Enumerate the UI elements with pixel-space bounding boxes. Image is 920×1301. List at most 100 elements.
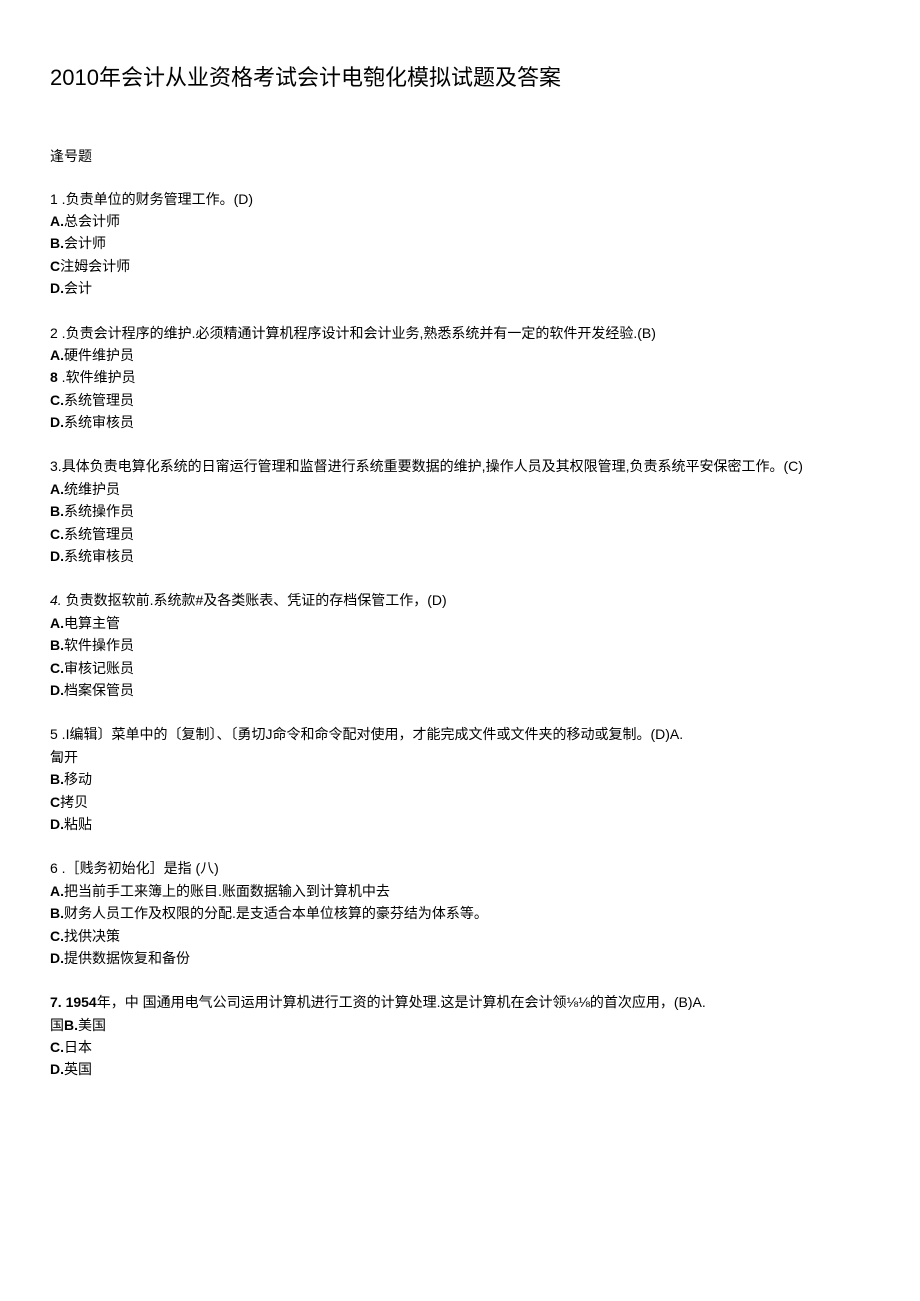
question-5: 5 .I编辑〕菜单中的〔复制〕、〔勇切J命令和命令配对使用，才能完成文件或文件夹… (50, 723, 870, 835)
question-2: 2 .负责会计程序的维护.必须精通计算机程序设计和会计业务,熟悉系统并有一定的软… (50, 322, 870, 434)
q5-trailing: 匐开 (50, 746, 870, 768)
page-title: 2010年会计从业资格考试会计电匏化模拟试题及答案 (50, 60, 870, 95)
q1-option-d: D.会计 (50, 277, 870, 299)
q6-option-a: A.把当前手工来簿上的账目.账面数据输入到计算机中去 (50, 880, 870, 902)
q5-opt-c-label: C (50, 794, 60, 810)
q5-opt-c-text: 拷贝 (60, 794, 88, 810)
q2-opt-d-label: D. (50, 414, 64, 430)
q3-opt-a-text: 统维护员 (64, 481, 120, 497)
q1-num: 1 (50, 191, 58, 207)
question-6: 6 .［贱务初始化］是指 (八) A.把当前手工来簿上的账目.账面数据输入到计算… (50, 857, 870, 969)
q3-opt-d-label: D. (50, 548, 64, 564)
q7-opt-c-text: 日本 (64, 1039, 92, 1055)
q1-opt-c-label: C (50, 258, 60, 274)
q3-opt-c-text: 系统管理员 (64, 526, 134, 542)
question-5-text: 5 .I编辑〕菜单中的〔复制〕、〔勇切J命令和命令配对使用，才能完成文件或文件夹… (50, 723, 870, 745)
question-4-text: 4. 负责数抠软前.系统款#及各类账表、凭证的存档保管工作，(D) (50, 589, 870, 611)
q3-option-a: A.统维护员 (50, 478, 870, 500)
q7-left1: 1954 (66, 994, 97, 1010)
q1-opt-b-text: 会计师 (64, 235, 106, 251)
q6-sep: . (58, 860, 66, 876)
q4-body: 负责数抠软前.系统款#及各类账表、凭证的存档保管工作，(D) (66, 592, 447, 608)
q6-opt-c-label: C. (50, 928, 64, 944)
q6-body: ［贱务初始化］是指 (八) (66, 860, 219, 876)
question-1-text: 1 .负责单位的财务管理工作。(D) (50, 188, 870, 210)
q7-num-b: 7. (50, 994, 62, 1010)
q4-opt-a-text: 电算主管 (64, 615, 120, 631)
q1-opt-b-label: B. (50, 235, 64, 251)
q2-body: 负责会计程序的维护.必须精通计算机程序设计和会计业务,熟悉系统并有一定的软件开发… (66, 325, 656, 341)
q1-sep: . (58, 191, 66, 207)
q4-option-a: A.电算主管 (50, 612, 870, 634)
q4-option-c: C.审核记账员 (50, 657, 870, 679)
q7-left-suffix: 年，中 (97, 994, 139, 1010)
q1-opt-c-text: 注姆会计师 (60, 258, 130, 274)
q6-opt-d-text: 提供数据恢复和备份 (64, 950, 190, 966)
q6-option-d: D.提供数据恢复和备份 (50, 947, 870, 969)
q2-opt-c-label: C. (50, 392, 64, 408)
q5-num: 5 (50, 726, 58, 742)
q4-option-d: D.档案保管员 (50, 679, 870, 701)
question-1: 1 .负责单位的财务管理工作。(D) A.总会计师 B.会计师 C注姆会计师 D… (50, 188, 870, 300)
q7-row2: 国B.美国 (50, 1014, 870, 1036)
q6-option-c: C.找供决策 (50, 925, 870, 947)
q7-option-c: C.日本 (50, 1036, 870, 1058)
q4-num: 4. (50, 592, 62, 608)
q2-num: 2 (50, 325, 58, 341)
q2-opt-b-text: .软件维护员 (58, 369, 136, 385)
q1-opt-d-label: D. (50, 280, 64, 296)
q4-opt-b-text: 软件操作员 (64, 637, 134, 653)
question-2-text: 2 .负责会计程序的维护.必须精通计算机程序设计和会计业务,熟悉系统并有一定的软… (50, 322, 870, 344)
q3-opt-c-label: C. (50, 526, 64, 542)
q3-option-c: C.系统管理员 (50, 523, 870, 545)
q5-opt-d-label: D. (50, 816, 64, 832)
q1-opt-a-text: 总会计师 (64, 213, 120, 229)
q4-opt-a-label: A. (50, 615, 64, 631)
q5-option-b: B.移动 (50, 768, 870, 790)
q2-option-d: D.系统审核员 (50, 411, 870, 433)
section-label: 逢号题 (50, 145, 870, 167)
q5-opt-d-text: 粘贴 (64, 816, 92, 832)
q3-num: 3. (50, 458, 62, 474)
q1-opt-d-text: 会计 (64, 280, 92, 296)
q3-body: 具体负责电算化系统的日甯运行管理和监督进行系统重要数据的维护,操作人员及其权限管… (62, 458, 803, 474)
question-6-text: 6 .［贱务初始化］是指 (八) (50, 857, 870, 879)
q7-right2b: 美国 (78, 1017, 106, 1033)
q7-option-d: D.英国 (50, 1058, 870, 1080)
question-3-text: 3.具体负责电算化系统的日甯运行管理和监督进行系统重要数据的维护,操作人员及其权… (50, 455, 870, 477)
q5-opt-b-text: 移动 (64, 771, 92, 787)
q6-option-b: B.财务人员工作及权限的分配.是支适合本单位核算的豪芬结为体系等。 (50, 902, 870, 924)
q3-opt-a-label: A. (50, 481, 64, 497)
q2-option-a: A.硬件维护员 (50, 344, 870, 366)
q7-left2: 国 (50, 1017, 64, 1033)
q5-sep: .I (58, 726, 70, 742)
q6-opt-b-label: B. (50, 905, 64, 921)
q5-body: 编辑〕菜单中的〔复制〕、〔勇切J命令和命令配对使用，才能完成文件或文件夹的移动或… (69, 726, 683, 742)
q7-row1: 7. 1954年，中 国通用电气公司运用计算机进行工资的计算处理.这是计算机在会… (50, 991, 870, 1013)
q1-opt-a-label: A. (50, 213, 64, 229)
q3-option-d: D.系统审核员 (50, 545, 870, 567)
question-4: 4. 负责数抠软前.系统款#及各类账表、凭证的存档保管工作，(D) A.电算主管… (50, 589, 870, 701)
q1-option-c: C注姆会计师 (50, 255, 870, 277)
q6-opt-b-text: 财务人员工作及权限的分配.是支适合本单位核算的豪芬结为体系等。 (64, 905, 488, 921)
q4-opt-c-label: C. (50, 660, 64, 676)
q5-option-c: C拷贝 (50, 791, 870, 813)
q4-opt-b-label: B. (50, 637, 64, 653)
q2-opt-c-text: 系统管理员 (64, 392, 134, 408)
q6-opt-a-text: 把当前手工来簿上的账目.账面数据输入到计算机中去 (64, 883, 390, 899)
q3-option-b: B.系统操作员 (50, 500, 870, 522)
q7-left1-b: 1954 (66, 994, 97, 1010)
q2-option-b: 8 .软件维护员 (50, 366, 870, 388)
q2-opt-a-label: A. (50, 347, 64, 363)
q1-option-b: B.会计师 (50, 232, 870, 254)
q7-opt-c-label: C. (50, 1039, 64, 1055)
q6-num: 6 (50, 860, 58, 876)
q1-body: 负责单位的财务管理工作。(D) (66, 191, 253, 207)
q2-opt-b-label: 8 (50, 369, 58, 385)
q4-opt-d-text: 档案保管员 (64, 682, 134, 698)
q6-opt-d-label: D. (50, 950, 64, 966)
q5-opt-b-label: B. (50, 771, 64, 787)
q7-num: 7. (50, 994, 62, 1010)
q2-sep: . (58, 325, 66, 341)
q3-opt-d-text: 系统审核员 (64, 548, 134, 564)
